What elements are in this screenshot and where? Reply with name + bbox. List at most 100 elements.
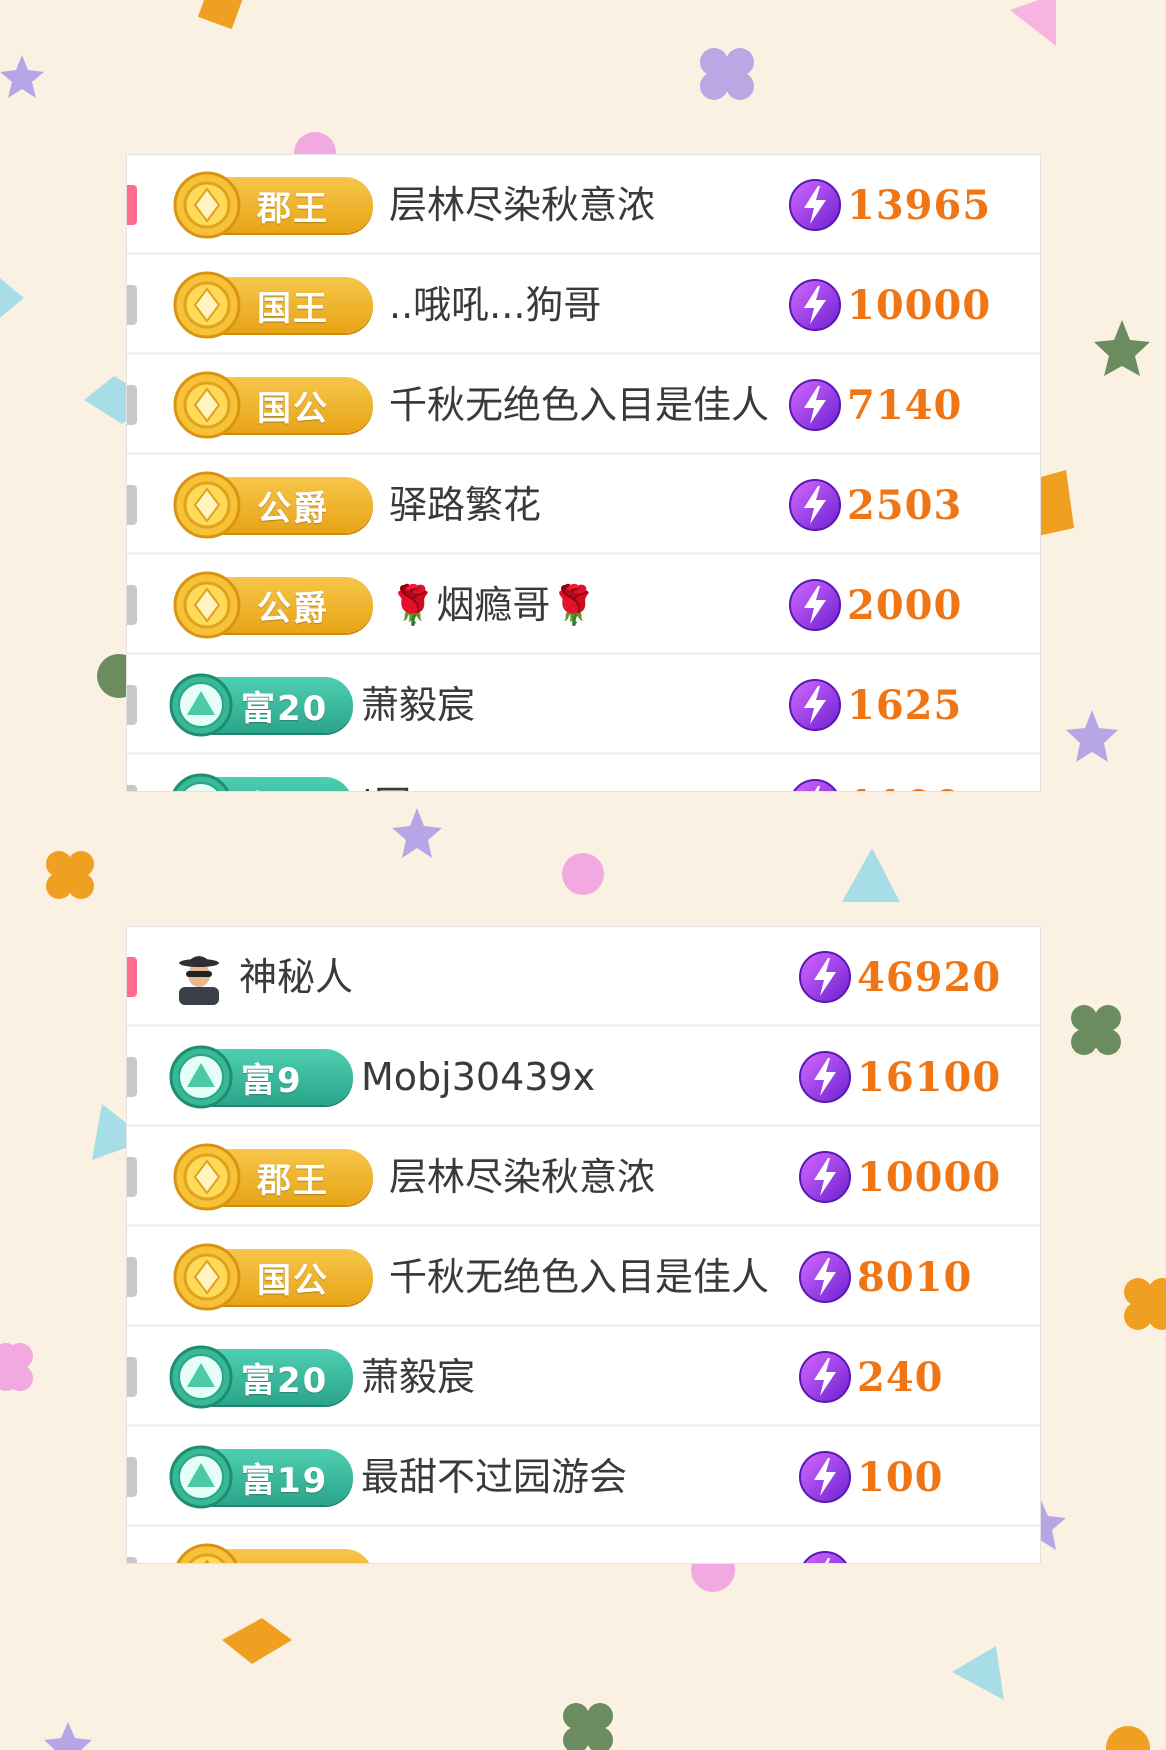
score-display: 8010 (797, 1227, 972, 1327)
circle-icon (562, 853, 604, 895)
rank-marker (127, 1157, 137, 1197)
score-value: 240 (857, 1353, 944, 1401)
user-name[interactable]: 驿路繁花 (389, 455, 541, 555)
ranking-row[interactable]: 富20 萧毅宸 240 (127, 1327, 1040, 1427)
badge-label: 国王 (257, 288, 329, 329)
noble-rank-badge (176, 1543, 373, 1563)
wealth-level-badge: 富20 (169, 1345, 353, 1409)
score-value: 10000 (847, 281, 992, 329)
badge-label: 国公 (257, 388, 329, 429)
ranking-row[interactable]: 公爵 🌹烟瘾哥🌹 2000 (127, 555, 1040, 655)
star-icon (1094, 320, 1150, 376)
score-display: 100 (797, 1427, 944, 1527)
score-value: 16100 (857, 1053, 1002, 1101)
ranking-row[interactable]: 神秘人 46920 (127, 927, 1040, 1027)
wealth-level-badge: 富19 (169, 1445, 353, 1509)
user-name[interactable]: 千秋无绝色入目是佳人 (389, 1227, 769, 1327)
lightning-coin-icon (797, 1049, 853, 1105)
lightning-coin-icon (787, 177, 843, 233)
user-name[interactable]: ..哦吼...狗哥 (389, 255, 601, 355)
score-display: 1100 (787, 755, 962, 791)
green-gem-icon (165, 769, 237, 791)
noble-rank-badge: 公爵 (173, 471, 373, 539)
ranking-row[interactable]: 郡王 层林尽染秋意浓 13965 (127, 155, 1040, 255)
badge-label: 富20 (241, 1360, 329, 1401)
noble-rank-badge: 郡王 (173, 1143, 373, 1211)
ranking-row[interactable]: 富19 |冈 1100 (127, 755, 1040, 792)
noble-rank-badge: 公爵 (173, 571, 373, 639)
score-display: 46920 (797, 927, 1001, 1027)
gold-emblem-icon (171, 1541, 243, 1563)
score-display: 240 (797, 1327, 944, 1427)
rank-marker (127, 185, 137, 225)
user-name[interactable]: 千秋无绝色入目是佳人 (389, 355, 769, 455)
lightning-coin-icon (787, 577, 843, 633)
score-value: 13965 (847, 181, 992, 229)
user-name[interactable]: 神秘人 (239, 927, 353, 1027)
green-gem-icon (165, 1341, 237, 1413)
rank-marker (127, 1057, 137, 1097)
user-name[interactable]: Mobj30439x (361, 1027, 595, 1127)
flower-icon (1071, 1005, 1121, 1055)
noble-rank-badge: 国公 (173, 1243, 373, 1311)
rank-marker (127, 285, 137, 325)
badge-label (257, 1549, 363, 1563)
ranking-row[interactable]: 国公 千秋无绝色入目是佳人 8010 (127, 1227, 1040, 1327)
flower-icon (700, 48, 754, 100)
ranking-row[interactable]: 公爵 驿路繁花 2503 (127, 455, 1040, 555)
ranking-row[interactable] (127, 1527, 1040, 1563)
lightning-coin-icon (797, 1549, 853, 1563)
triangle-icon (952, 1646, 1004, 1700)
wealth-level-badge: 富19 (171, 773, 353, 792)
score-value: 46920 (857, 953, 1002, 1001)
diamond-icon (222, 1618, 292, 1664)
score-display: 10000 (797, 1127, 1001, 1227)
lightning-coin-icon (787, 377, 843, 433)
badge-label: 郡王 (257, 188, 329, 229)
user-name[interactable]: 最甜不过园游会 (361, 1427, 627, 1527)
rank-marker (127, 785, 137, 791)
user-name[interactable]: 萧毅宸 (361, 1327, 475, 1427)
gold-emblem-icon (171, 369, 243, 441)
green-gem-icon (165, 1441, 237, 1513)
ranking-row[interactable]: 国公 千秋无绝色入目是佳人 7140 (127, 355, 1040, 455)
score-display: 2000 (787, 555, 962, 655)
user-name[interactable]: 层林尽染秋意浓 (389, 1127, 655, 1227)
ranking-row[interactable]: 郡王 层林尽染秋意浓 10000 (127, 1127, 1040, 1227)
flower-icon (0, 1343, 33, 1391)
badge-label: 公爵 (257, 588, 329, 629)
user-name[interactable]: |冈 (361, 755, 412, 791)
lightning-coin-icon (797, 1449, 853, 1505)
lightning-coin-icon (787, 777, 843, 791)
flower-icon (1124, 1278, 1166, 1330)
gold-emblem-icon (171, 1241, 243, 1313)
lightning-coin-icon (787, 677, 843, 733)
gold-emblem-icon (171, 269, 243, 341)
user-name[interactable]: 🌹烟瘾哥🌹 (389, 555, 598, 655)
user-name[interactable]: 层林尽染秋意浓 (389, 155, 655, 255)
wealth-level-badge: 富9 (169, 1045, 353, 1109)
score-value: 7140 (847, 381, 963, 429)
circle-icon (1106, 1726, 1150, 1750)
score-value: 100 (857, 1453, 944, 1501)
score-value: 10000 (857, 1153, 1002, 1201)
score-value: 2503 (847, 481, 963, 529)
gold-emblem-icon (171, 569, 243, 641)
ranking-row[interactable]: 富19 最甜不过园游会 100 (127, 1427, 1040, 1527)
star-icon (44, 1722, 92, 1750)
rank-marker (127, 957, 137, 997)
ranking-row[interactable]: 富20 萧毅宸 1625 (127, 655, 1040, 755)
ranking-row[interactable]: 国王 ..哦吼...狗哥 10000 (127, 255, 1040, 355)
score-display: 10000 (787, 255, 991, 355)
gold-emblem-icon (171, 169, 243, 241)
ranking-row[interactable]: 富9 Mobj30439x 16100 (127, 1027, 1040, 1127)
rank-marker (127, 1257, 137, 1297)
badge-label: 富19 (241, 777, 343, 792)
badge-label: 富9 (241, 1060, 303, 1101)
user-name[interactable]: 萧毅宸 (361, 655, 475, 755)
lightning-coin-icon (787, 277, 843, 333)
triangle-icon (0, 278, 24, 318)
star-icon (1066, 710, 1118, 762)
rank-marker (127, 585, 137, 625)
triangle-icon (842, 848, 900, 902)
